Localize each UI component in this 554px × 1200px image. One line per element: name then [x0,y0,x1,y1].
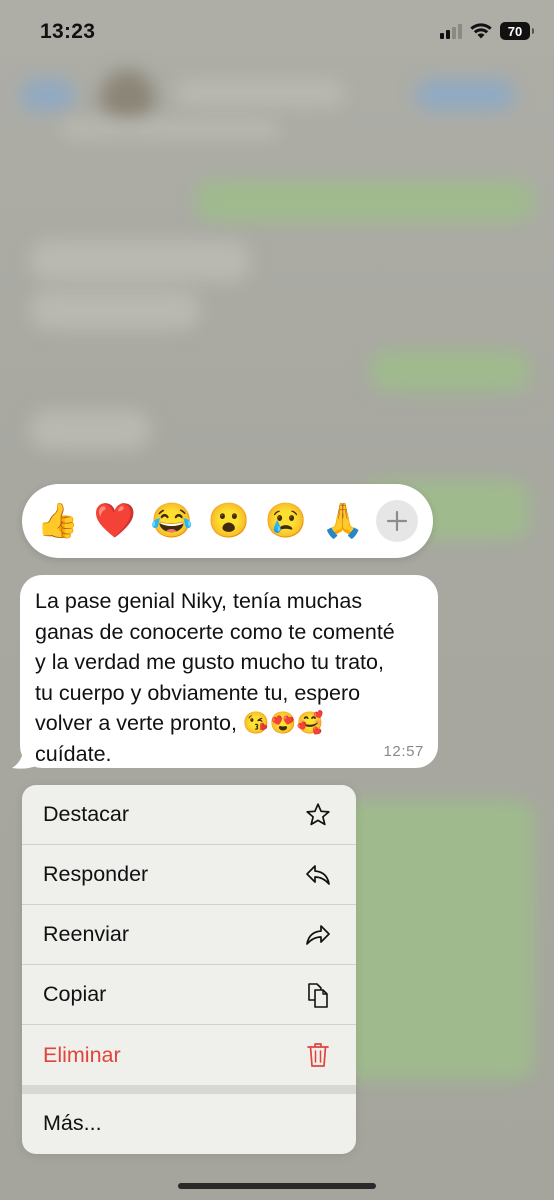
reaction-folded-hands[interactable]: 🙏 [321,499,365,543]
blurred-received-message [30,290,200,330]
menu-label-copiar: Copiar [43,982,107,1006]
cellular-signal-icon [440,23,462,39]
menu-item-eliminar[interactable]: Eliminar [22,1025,356,1085]
menu-item-copiar[interactable]: Copiar [22,965,356,1025]
menu-label-destacar: Destacar [43,802,130,826]
forward-icon [304,921,332,949]
menu-label-responder: Responder [43,862,149,886]
blurred-received-message [30,410,150,450]
status-time: 13:23 [40,20,96,43]
blurred-back-button [20,80,75,110]
blurred-status-line [60,120,280,138]
context-menu: Destacar Responder Reenviar Copiar Elimi… [22,785,356,1154]
blurred-sent-message [195,180,535,222]
menu-separator [22,1085,356,1094]
message-text: La pase genial Niky, tenía muchas ganas … [35,589,395,766]
reaction-bar: 👍 ❤️ 😂 😮 😢 🙏 [22,484,433,558]
reaction-crying[interactable]: 😢 [264,499,308,543]
menu-item-reenviar[interactable]: Reenviar [22,905,356,965]
blurred-call-buttons [415,80,515,110]
copy-icon [304,981,332,1009]
blurred-sent-message [370,350,530,392]
status-icons: 70 [440,22,534,40]
message-timestamp: 12:57 [383,743,424,760]
blurred-contact-name [175,80,345,106]
reaction-surprised[interactable]: 😮 [207,499,251,543]
menu-item-responder[interactable]: Responder [22,845,356,905]
menu-label-reenviar: Reenviar [43,922,130,946]
add-reaction-button[interactable] [376,500,418,542]
message-bubble[interactable]: La pase genial Niky, tenía muchas ganas … [20,575,438,768]
bubble-tail [12,748,36,769]
reaction-tears-of-joy[interactable]: 😂 [150,499,194,543]
reaction-red-heart[interactable]: ❤️ [93,499,137,543]
plus-icon [386,510,408,532]
blurred-sent-message [330,800,535,1080]
reaction-thumbs-up[interactable]: 👍 [36,499,80,543]
battery-icon: 70 [500,22,534,40]
status-bar: 13:23 70 [0,0,554,66]
reply-icon [304,861,332,889]
blurred-avatar [100,70,155,125]
menu-item-mas[interactable]: Más... [22,1094,356,1153]
menu-item-destacar[interactable]: Destacar [22,785,356,845]
blurred-received-message [30,240,250,282]
battery-level: 70 [507,23,523,39]
menu-label-mas: Más... [43,1111,102,1135]
home-indicator[interactable] [178,1183,376,1189]
trash-icon [304,1041,332,1069]
wifi-icon [470,23,492,39]
star-icon [304,801,332,829]
menu-label-eliminar: Eliminar [43,1042,121,1067]
